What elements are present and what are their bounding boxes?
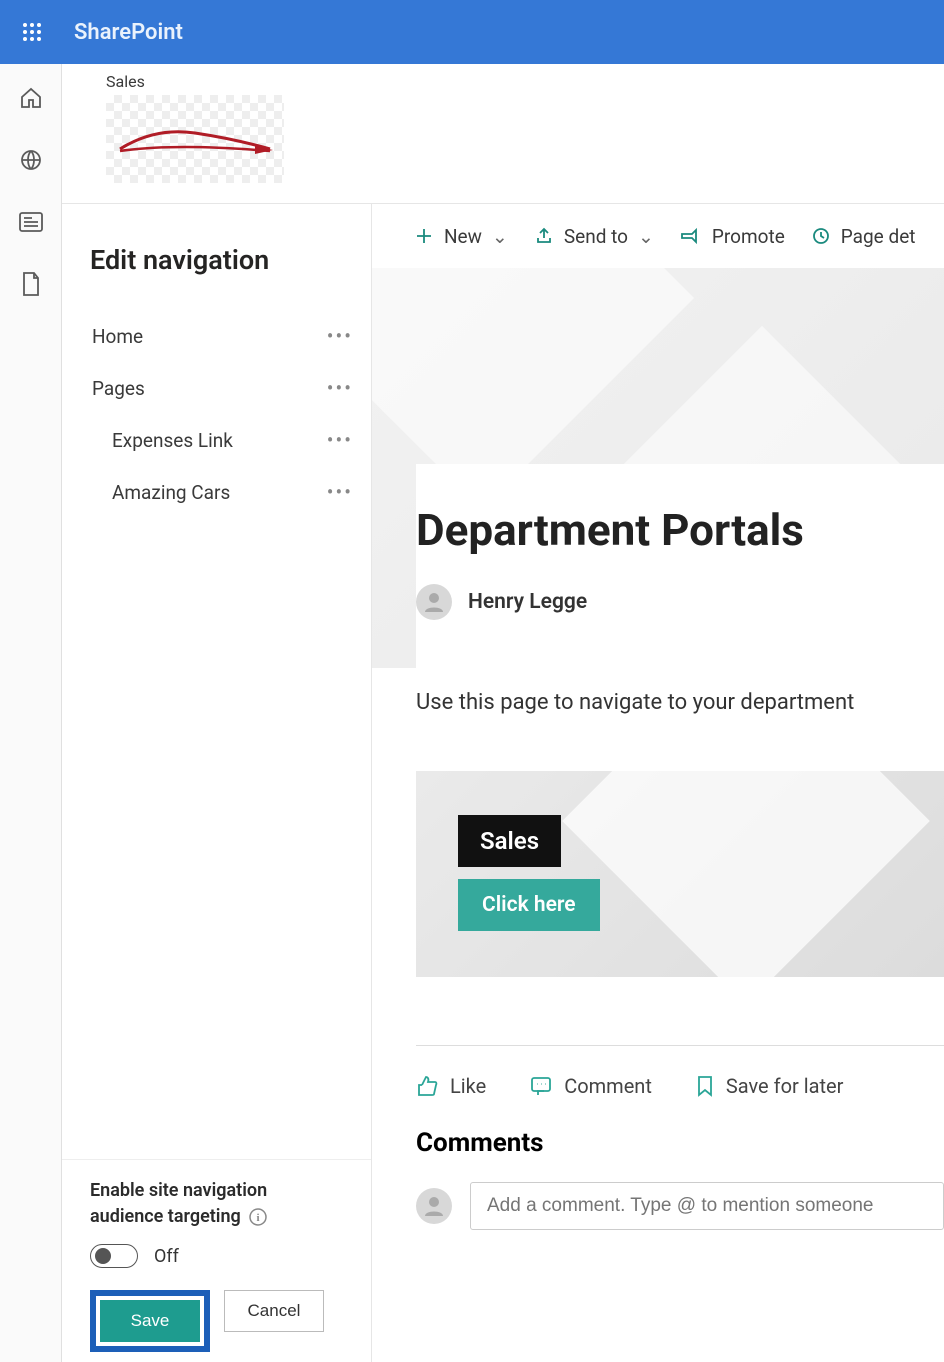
comment-button[interactable]: Comment [530, 1074, 652, 1098]
save-highlight-box: Save [90, 1290, 210, 1352]
nav-item-expenses-link[interactable]: Expenses Link ••• [90, 414, 371, 466]
new-button[interactable]: New ⌄ [414, 225, 508, 248]
action-label: Save for later [726, 1074, 844, 1098]
info-icon[interactable]: i [249, 1208, 267, 1226]
app-name: SharePoint [74, 20, 183, 45]
page-details-button[interactable]: Page det [811, 225, 916, 248]
promote-button[interactable]: Promote [680, 225, 785, 248]
file-icon[interactable] [17, 270, 45, 298]
edit-navigation-panel: Edit navigation Home ••• Pages ••• Expen… [62, 204, 372, 1362]
cmd-label: Page det [841, 225, 916, 248]
comment-composer [416, 1182, 944, 1230]
page-description: Use this page to navigate to your depart… [416, 690, 944, 715]
avatar[interactable] [416, 584, 452, 620]
left-rail [0, 64, 62, 1362]
audience-targeting-toggle[interactable] [90, 1244, 138, 1268]
author-name: Henry Legge [468, 590, 587, 614]
site-label: Sales [106, 72, 900, 91]
hero-cta-button[interactable]: Click here [458, 879, 600, 931]
news-icon[interactable] [17, 208, 45, 236]
action-label: Comment [564, 1074, 652, 1098]
comment-input[interactable] [470, 1182, 944, 1230]
nav-item-label: Home [92, 325, 143, 348]
chevron-down-icon: ⌄ [638, 225, 654, 248]
page-canvas: New ⌄ Send to ⌄ Promote Page det [372, 204, 944, 1362]
globe-icon[interactable] [17, 146, 45, 174]
more-icon[interactable]: ••• [327, 480, 353, 504]
hero-webpart[interactable]: Sales Click here [416, 771, 944, 977]
nav-item-label: Amazing Cars [112, 481, 230, 504]
toggle-state-label: Off [154, 1246, 179, 1267]
save-for-later-button[interactable]: Save for later [696, 1074, 844, 1098]
nav-item-pages[interactable]: Pages ••• [90, 362, 371, 414]
suite-header: SharePoint [0, 0, 944, 64]
more-icon[interactable]: ••• [327, 324, 353, 348]
nav-item-home[interactable]: Home ••• [90, 310, 371, 362]
nav-panel-footer: Enable site navigation audience targetin… [62, 1159, 371, 1362]
cmd-label: Promote [712, 225, 785, 248]
nav-item-label: Expenses Link [112, 429, 233, 452]
audience-targeting-label: Enable site navigation audience targetin… [90, 1178, 371, 1230]
page-actions: Like Comment Save for later [416, 1046, 944, 1116]
site-logo[interactable] [106, 95, 284, 183]
author-row: Henry Legge [416, 584, 944, 620]
svg-text:i: i [257, 1212, 260, 1224]
more-icon[interactable]: ••• [327, 376, 353, 400]
chevron-down-icon: ⌄ [492, 225, 508, 248]
nav-panel-title: Edit navigation [90, 244, 371, 276]
command-bar: New ⌄ Send to ⌄ Promote Page det [372, 204, 944, 268]
nav-item-label: Pages [92, 377, 145, 400]
comments-heading: Comments [416, 1128, 944, 1158]
hero-tile-title: Sales [458, 815, 561, 867]
nav-item-amazing-cars[interactable]: Amazing Cars ••• [90, 466, 371, 518]
page-title: Department Portals [416, 504, 944, 556]
cancel-button[interactable]: Cancel [224, 1290, 324, 1332]
save-button[interactable]: Save [100, 1300, 200, 1342]
send-to-button[interactable]: Send to ⌄ [534, 225, 654, 248]
like-button[interactable]: Like [416, 1074, 486, 1098]
app-launcher-icon[interactable] [14, 14, 50, 50]
home-icon[interactable] [17, 84, 45, 112]
site-header: Sales [62, 64, 944, 204]
page-content: Department Portals Henry Legge Use this … [416, 464, 944, 1230]
more-icon[interactable]: ••• [327, 428, 353, 452]
avatar [416, 1188, 452, 1224]
cmd-label: Send to [564, 225, 628, 248]
cmd-label: New [444, 225, 482, 248]
action-label: Like [450, 1074, 486, 1098]
